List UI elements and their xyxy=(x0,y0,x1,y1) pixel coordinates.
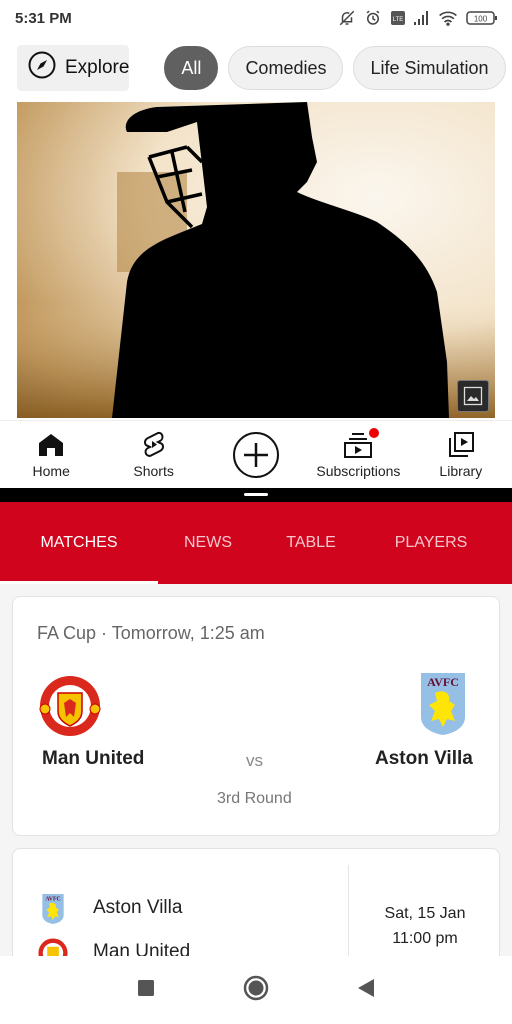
nav-library-label: Library xyxy=(439,462,483,479)
category-chips: Explore All Comedies Life Simulation xyxy=(0,44,512,92)
matches-list: FA Cup · Tomorrow, 1:25 am Man United vs… xyxy=(0,584,512,956)
compass-icon xyxy=(27,50,57,86)
nav-shorts[interactable]: Shorts xyxy=(102,421,204,488)
back-button[interactable] xyxy=(357,978,375,1003)
wifi-icon xyxy=(438,10,458,26)
silhouette-image xyxy=(17,102,495,418)
signal-icon xyxy=(414,11,430,25)
nav-home[interactable]: Home xyxy=(0,421,102,488)
tab-matches[interactable]: MATCHES xyxy=(0,502,158,584)
nav-library[interactable]: Library xyxy=(410,421,512,488)
tab-players-label: PLAYERS xyxy=(394,534,468,551)
match-date: Sat, 15 Jan xyxy=(384,905,466,922)
vs-label: vs xyxy=(246,751,263,770)
explore-label: Explore xyxy=(65,57,130,78)
man-united-small-crest-icon xyxy=(37,937,69,956)
tab-news-label: NEWS xyxy=(184,534,232,551)
match-time: 11:00 pm xyxy=(392,930,458,947)
tab-table[interactable]: TABLE xyxy=(258,502,364,584)
nav-subscriptions[interactable]: Subscriptions xyxy=(307,421,409,488)
image-icon[interactable] xyxy=(457,380,489,412)
subscriptions-icon xyxy=(343,427,380,459)
recents-button[interactable] xyxy=(137,979,155,1002)
nav-shorts-label: Shorts xyxy=(133,462,174,479)
video-thumbnail[interactable] xyxy=(17,102,495,418)
aston-villa-crest-icon: AVFC xyxy=(419,671,467,742)
chip-life-simulation[interactable]: Life Simulation xyxy=(353,46,506,90)
match-meta: FA Cup · Tomorrow, 1:25 am xyxy=(37,623,265,643)
chip-all[interactable]: All xyxy=(164,46,219,90)
alarm-icon xyxy=(364,9,382,27)
split-screen-divider[interactable] xyxy=(0,488,512,502)
system-navigation-bar xyxy=(0,956,512,1024)
notification-badge xyxy=(369,427,380,438)
bell-muted-icon xyxy=(338,9,356,27)
team1-name: Aston Villa xyxy=(93,897,183,918)
create-plus-icon xyxy=(232,431,280,479)
explore-button[interactable]: Explore xyxy=(17,45,130,91)
status-time: 5:31 PM xyxy=(15,9,72,27)
home-button[interactable] xyxy=(243,975,269,1006)
shorts-icon xyxy=(142,431,166,459)
aston-villa-small-crest-icon: AVFC xyxy=(41,893,65,930)
svg-text:AVFC: AVFC xyxy=(427,675,459,689)
nav-create[interactable] xyxy=(205,421,307,488)
away-team-name: Aston Villa xyxy=(375,748,473,769)
match-round: 3rd Round xyxy=(217,790,292,807)
bottom-navigation: Home Shorts Subscriptions Library xyxy=(0,420,512,488)
chip-comedies[interactable]: Comedies xyxy=(228,46,344,90)
svg-text:100: 100 xyxy=(474,15,488,24)
featured-match-card[interactable]: FA Cup · Tomorrow, 1:25 am Man United vs… xyxy=(12,596,500,836)
status-icons: LTE 100 xyxy=(338,9,498,27)
home-team-name: Man United xyxy=(42,748,145,769)
team2-name: Man United xyxy=(93,941,191,956)
home-icon xyxy=(38,431,64,459)
upcoming-match-card[interactable]: AVFC Aston Villa Man United Sat, 15 Jan … xyxy=(12,848,500,956)
nav-subscriptions-label: Subscriptions xyxy=(316,462,401,479)
tab-matches-label: MATCHES xyxy=(40,534,118,551)
sports-tabs: MATCHES NEWS TABLE PLAYERS xyxy=(0,502,512,584)
battery-icon: 100 xyxy=(466,10,498,26)
man-united-crest-icon xyxy=(37,673,103,744)
svg-text:AVFC: AVFC xyxy=(45,896,60,902)
status-bar: 5:31 PM LTE 100 xyxy=(0,0,512,36)
nav-home-label: Home xyxy=(32,462,70,479)
library-icon xyxy=(447,431,475,459)
volte-icon: LTE xyxy=(390,10,406,26)
drag-handle[interactable] xyxy=(244,493,268,496)
tab-news[interactable]: NEWS xyxy=(158,502,258,584)
tab-table-label: TABLE xyxy=(286,534,336,551)
svg-text:LTE: LTE xyxy=(393,17,404,23)
tab-players[interactable]: PLAYERS xyxy=(364,502,498,584)
